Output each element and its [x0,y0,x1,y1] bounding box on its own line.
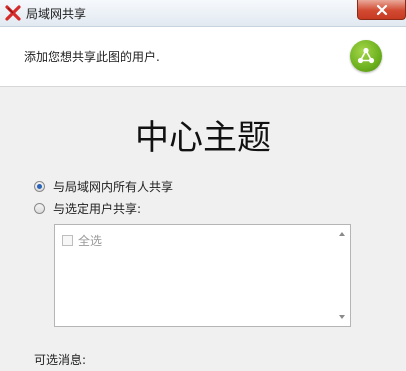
optional-message-label: 可选消息: [34,353,87,367]
select-all-item: 全选 [62,232,102,249]
close-icon [376,4,388,16]
share-icon [350,40,382,72]
share-selected-option[interactable]: 与选定用户共享: [34,200,141,217]
share-selected-radio[interactable] [34,203,45,214]
close-button[interactable] [357,0,406,20]
share-all-label: 与局域网内所有人共享 [53,180,174,194]
share-all-radio[interactable] [34,181,45,192]
topic-title: 中心主题 [135,118,271,158]
listbox-scrollbar[interactable] [334,225,350,326]
header-description: 添加您想共享此图的用户. [24,50,160,64]
title-bar[interactable]: 局域网共享 [0,0,406,27]
select-all-checkbox [62,235,73,246]
user-listbox: 全选 [54,224,351,327]
header-panel: 添加您想共享此图的用户. [0,27,406,87]
xmind-x-icon [5,5,21,21]
window-title: 局域网共享 [26,7,87,21]
share-all-option[interactable]: 与局域网内所有人共享 [34,178,173,195]
share-selected-label: 与选定用户共享: [53,202,142,216]
scroll-down-icon[interactable] [339,315,345,319]
select-all-label: 全选 [78,234,103,248]
scroll-up-icon[interactable] [339,232,345,236]
